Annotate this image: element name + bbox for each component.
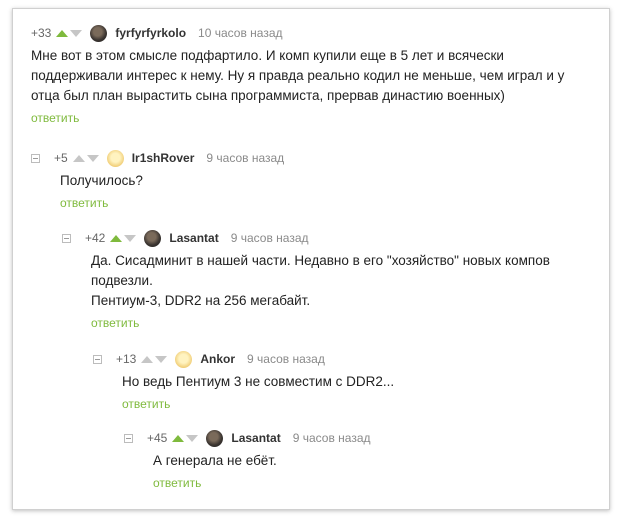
comment-rating: +33 bbox=[31, 26, 52, 40]
comment-time: 9 часов назад bbox=[230, 231, 309, 245]
comment-line: Пентиум-3, DDR2 на 256 мегабайт. bbox=[91, 293, 311, 308]
comment-4: +13 Ankor 9 часов назад Но ведь Пентиум … bbox=[93, 350, 394, 413]
comment-author[interactable]: Lasantat bbox=[231, 431, 280, 445]
minus-square-icon[interactable] bbox=[31, 153, 40, 163]
comment-text: Но ведь Пентиум 3 не совместим с DDR2... bbox=[122, 372, 394, 392]
comment-author[interactable]: fyrfyrfyrkolo bbox=[115, 26, 186, 40]
comment-5: +45 Lasantat 9 часов назад А генерала не… bbox=[124, 429, 371, 492]
comment-2: +5 Ir1shRover 9 часов назад Получилось? … bbox=[31, 149, 284, 212]
comment-meta: +13 Ankor 9 часов назад bbox=[93, 350, 394, 368]
reply-link[interactable]: ответить bbox=[153, 476, 201, 490]
comment-meta: +45 Lasantat 9 часов назад bbox=[124, 429, 371, 447]
arrow-down-icon[interactable] bbox=[86, 154, 99, 162]
reply-link[interactable]: ответить bbox=[122, 397, 170, 411]
avatar[interactable] bbox=[175, 350, 193, 368]
minus-square-icon[interactable] bbox=[93, 354, 102, 364]
comment-rating: +42 bbox=[85, 231, 106, 245]
arrow-up-icon[interactable] bbox=[141, 355, 154, 363]
comment-line: подвезли. bbox=[91, 273, 153, 288]
avatar[interactable] bbox=[90, 24, 108, 42]
minus-square-icon[interactable] bbox=[62, 233, 71, 243]
arrow-down-icon[interactable] bbox=[124, 234, 137, 242]
comment-time: 9 часов назад bbox=[206, 151, 285, 165]
comment-author[interactable]: Ir1shRover bbox=[132, 151, 195, 165]
comment-line: А генерала не ебёт. bbox=[153, 453, 277, 468]
comment-time: 10 часов назад bbox=[198, 26, 283, 40]
comment-1: +33 fyrfyrfyrkolo 10 часов назад Мне вот… bbox=[31, 24, 564, 127]
arrow-down-icon[interactable] bbox=[155, 355, 168, 363]
comment-line: поддерживали интерес к нему. Ну я правда… bbox=[31, 68, 565, 83]
avatar[interactable] bbox=[206, 429, 224, 447]
comment-line: Мне вот в этом смысле подфартило. И комп… bbox=[31, 48, 504, 63]
comment-author[interactable]: Lasantat bbox=[169, 231, 218, 245]
comment-time: 9 часов назад bbox=[292, 431, 371, 445]
comment-line: Да. Сисадминит в нашей части. Недавно в … bbox=[91, 253, 550, 268]
avatar[interactable] bbox=[106, 149, 124, 167]
comment-rating: +5 bbox=[54, 151, 68, 165]
reply-link[interactable]: ответить bbox=[60, 196, 108, 210]
arrow-up-icon[interactable] bbox=[110, 234, 123, 242]
comment-time: 9 часов назад bbox=[247, 352, 325, 366]
arrow-down-icon[interactable] bbox=[70, 29, 83, 37]
comment-line: Получилось? bbox=[60, 173, 143, 188]
comment-rating: +13 bbox=[116, 352, 137, 366]
comment-meta: +42 Lasantat 9 часов назад bbox=[62, 229, 550, 247]
comments-card: +33 fyrfyrfyrkolo 10 часов назад Мне вот… bbox=[12, 8, 610, 510]
avatar[interactable] bbox=[144, 229, 162, 247]
comment-meta: +5 Ir1shRover 9 часов назад bbox=[31, 149, 284, 167]
arrow-up-icon[interactable] bbox=[172, 434, 185, 442]
comment-author[interactable]: Ankor bbox=[200, 352, 235, 366]
arrow-down-icon[interactable] bbox=[186, 434, 199, 442]
comment-text: Получилось? bbox=[60, 171, 284, 191]
comment-line: Но ведь Пентиум 3 не совместим с DDR2... bbox=[122, 374, 395, 389]
comment-text: Мне вот в этом смысле подфартило. И комп… bbox=[31, 46, 564, 106]
reply-link[interactable]: ответить bbox=[31, 111, 79, 125]
comment-text: Да. Сисадминит в нашей части. Недавно в … bbox=[91, 251, 550, 311]
minus-square-icon[interactable] bbox=[124, 433, 133, 443]
comment-line: отца был план вырастить сына программист… bbox=[31, 88, 505, 103]
reply-link[interactable]: ответить bbox=[91, 316, 139, 330]
comment-rating: +45 bbox=[147, 431, 168, 445]
comment-meta: +33 fyrfyrfyrkolo 10 часов назад bbox=[31, 24, 564, 42]
arrow-up-icon[interactable] bbox=[72, 154, 85, 162]
comment-text: А генерала не ебёт. bbox=[153, 451, 371, 471]
arrow-up-icon[interactable] bbox=[56, 29, 69, 37]
comment-3: +42 Lasantat 9 часов назад Да. Сисадмини… bbox=[62, 229, 550, 332]
